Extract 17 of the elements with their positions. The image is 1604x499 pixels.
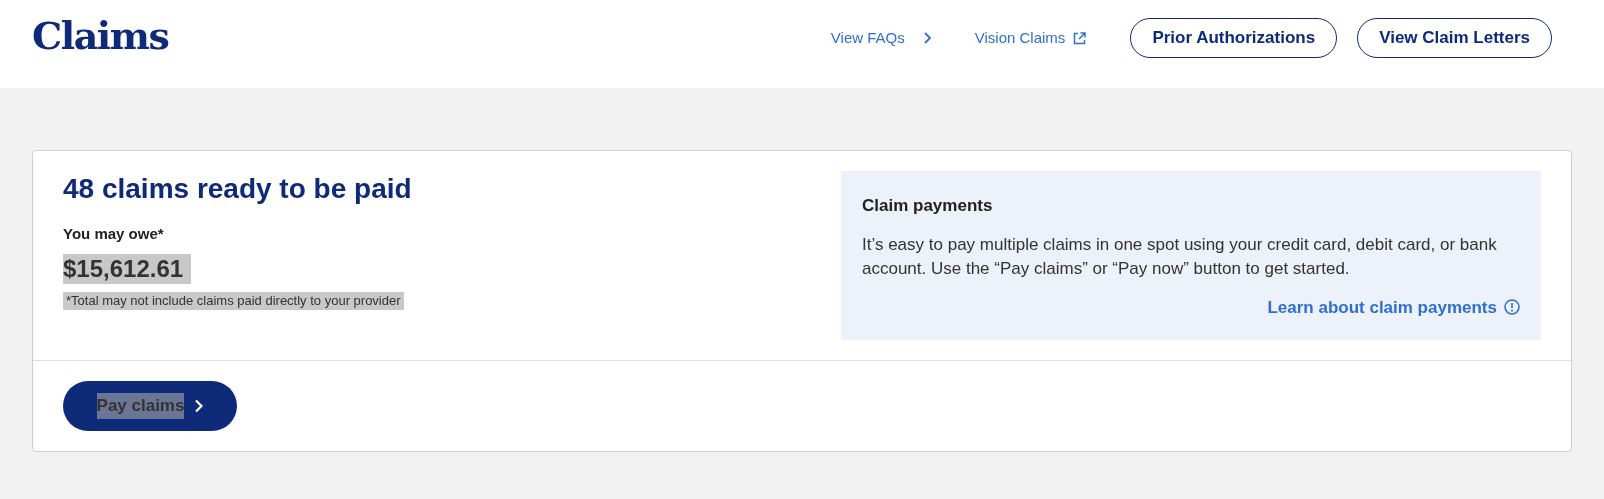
learn-link[interactable]: Learn about claim payments xyxy=(1267,294,1520,320)
amount-owed: $15,612.61 xyxy=(63,253,192,284)
total-note: *Total may not include claims paid directly to your provider xyxy=(63,291,404,310)
info-text: It’s easy to pay multiple claims in one spot using your credit card, debit card, or bank account. Use the “Pay claims” or “Pay now” button to get started. xyxy=(862,233,1498,280)
chevron-right-icon xyxy=(194,399,204,413)
nav-link[interactable]: View FAQs xyxy=(830,26,931,50)
nav-link[interactable]: Vision Claims xyxy=(974,26,1087,50)
chevron-right-icon xyxy=(922,32,931,44)
pay-claims-button[interactable]: Pay claims xyxy=(63,381,237,431)
info-title: Claim payments xyxy=(862,195,994,217)
owe-label: You may owe* xyxy=(63,224,164,244)
claims-heading: 48 claims ready to be paid xyxy=(63,172,412,206)
info-icon xyxy=(1504,299,1520,316)
header-button[interactable]: View Claim Letters xyxy=(1357,18,1552,58)
external-link-icon xyxy=(1073,31,1087,45)
header-button[interactable]: Prior Authorizations xyxy=(1130,18,1338,58)
page-title: Claims xyxy=(32,11,169,60)
